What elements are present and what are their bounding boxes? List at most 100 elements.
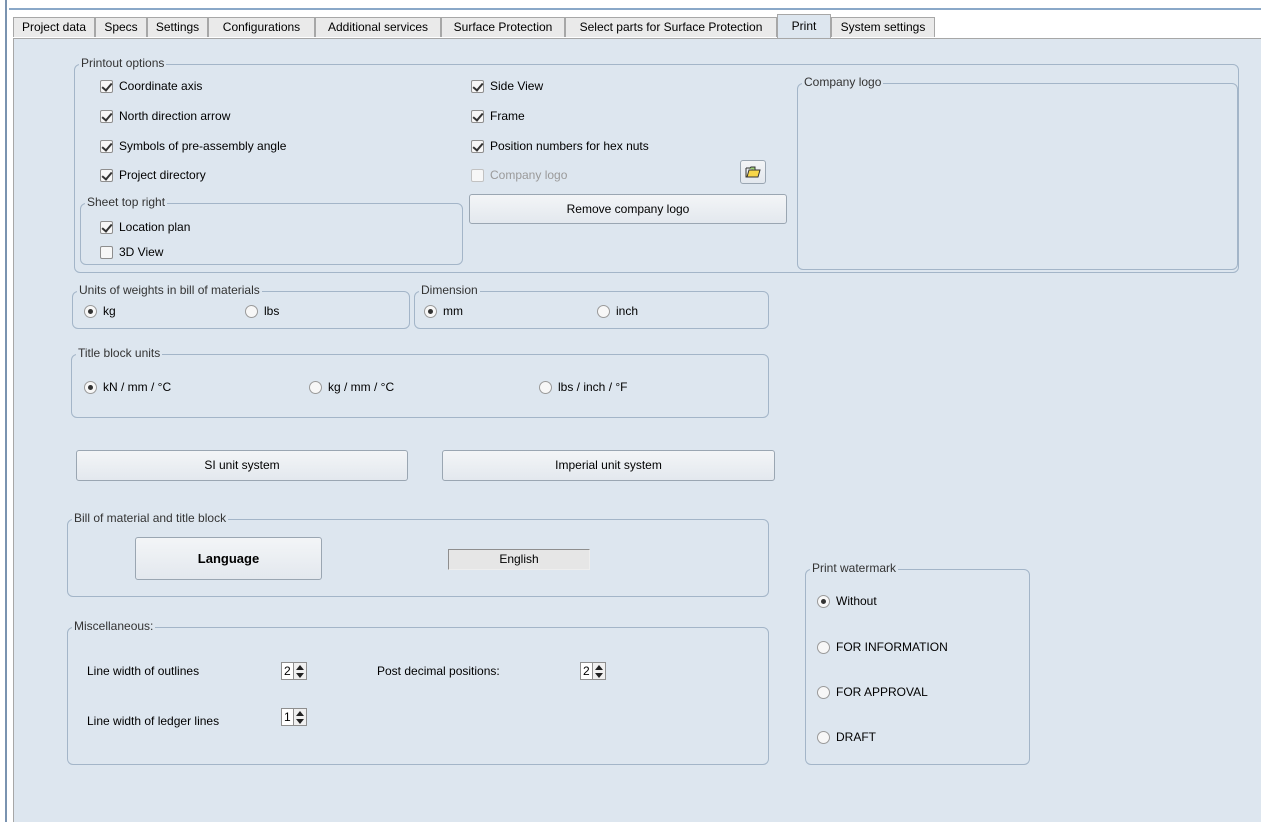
- lbs-inch-f-label: lbs / inch / °F: [558, 380, 628, 394]
- frame-checkbox[interactable]: Frame: [471, 109, 525, 123]
- 3d-view-checkbox[interactable]: 3D View: [100, 245, 163, 259]
- checkbox-box[interactable]: [100, 168, 113, 182]
- title-block-units-title: Title block units: [76, 346, 163, 360]
- kn-mm-c-label: kN / mm / °C: [103, 380, 172, 394]
- tab-project-data[interactable]: Project data: [13, 17, 95, 37]
- company-logo-group: Company logo: [797, 75, 1238, 270]
- tab-bar: Project data Specs Settings Configuratio…: [13, 14, 1261, 39]
- checkbox-box[interactable]: [100, 245, 113, 259]
- kg-mm-c-radio[interactable]: kg / mm / °C: [309, 380, 394, 394]
- kn-mm-c-radio[interactable]: kN / mm / °C: [84, 380, 171, 394]
- radio-circle[interactable]: [817, 730, 830, 744]
- lbs-label: lbs: [264, 304, 280, 318]
- miscellaneous-group: Miscellaneous: Line width of outlines 2 …: [67, 619, 769, 765]
- tab-settings[interactable]: Settings: [147, 17, 208, 37]
- watermark-for-approval-radio[interactable]: FOR APPROVAL: [817, 685, 928, 699]
- tab-configurations[interactable]: Configurations: [208, 17, 315, 37]
- ledger-width-label: Line width of ledger lines: [87, 714, 220, 728]
- window-left-edge: [0, 0, 7, 822]
- checkbox-box[interactable]: [100, 109, 113, 123]
- hex-nut-numbers-checkbox[interactable]: Position numbers for hex nuts: [471, 139, 649, 153]
- watermark-without-radio[interactable]: Without: [817, 594, 877, 608]
- company-logo-label: Company logo: [490, 168, 568, 182]
- checkbox-box[interactable]: [100, 79, 113, 93]
- checkbox-box[interactable]: [471, 139, 484, 153]
- checkbox-box[interactable]: [100, 220, 113, 234]
- language-button[interactable]: Language: [135, 537, 322, 580]
- side-view-checkbox[interactable]: Side View: [471, 79, 543, 93]
- side-view-label: Side View: [490, 79, 544, 93]
- radio-circle[interactable]: [245, 304, 258, 318]
- watermark-without-label: Without: [836, 594, 877, 608]
- radio-circle[interactable]: [817, 640, 830, 654]
- up-down-arrow-icon[interactable]: [294, 708, 307, 726]
- radio-circle[interactable]: [817, 685, 830, 699]
- pre-assembly-angle-checkbox[interactable]: Symbols of pre-assembly angle: [100, 139, 286, 153]
- ledger-width-value[interactable]: 1: [281, 708, 294, 726]
- coordinate-axis-checkbox[interactable]: Coordinate axis: [100, 79, 202, 93]
- window-top-edge: [9, 8, 1261, 10]
- tab-additional-services[interactable]: Additional services: [315, 17, 441, 37]
- miscellaneous-title: Miscellaneous:: [72, 619, 156, 633]
- radio-circle[interactable]: [84, 380, 97, 394]
- tab-select-parts-surface-protection[interactable]: Select parts for Surface Protection: [565, 17, 777, 37]
- project-directory-checkbox[interactable]: Project directory: [100, 168, 206, 182]
- radio-circle[interactable]: [84, 304, 97, 318]
- kg-label: kg: [103, 304, 116, 318]
- outline-width-label: Line width of outlines: [87, 664, 200, 678]
- radio-circle[interactable]: [817, 594, 830, 608]
- browse-logo-button[interactable]: [740, 160, 766, 184]
- si-unit-system-button[interactable]: SI unit system: [76, 450, 408, 481]
- remove-company-logo-button[interactable]: Remove company logo: [469, 194, 787, 224]
- watermark-for-information-radio[interactable]: FOR INFORMATION: [817, 640, 948, 654]
- kg-radio[interactable]: kg: [84, 304, 116, 318]
- title-block-units-group: Title block units kN / mm / °C kg / mm /…: [71, 346, 769, 418]
- bill-of-material-group: Bill of material and title block Languag…: [67, 511, 769, 597]
- checkbox-box[interactable]: [100, 139, 113, 153]
- coordinate-axis-label: Coordinate axis: [119, 79, 203, 93]
- print-settings-panel: Printout options Coordinate axis North d…: [13, 38, 1261, 822]
- checkbox-box: [471, 168, 484, 182]
- decimal-positions-value[interactable]: 2: [580, 662, 593, 680]
- outline-width-stepper[interactable]: 2: [281, 662, 307, 680]
- sheet-top-right-group: Sheet top right Location plan 3D View: [80, 195, 463, 265]
- watermark-for-approval-label: FOR APPROVAL: [836, 685, 928, 699]
- mm-radio[interactable]: mm: [424, 304, 463, 318]
- language-value-display: English: [448, 549, 590, 570]
- tab-print[interactable]: Print: [777, 14, 831, 38]
- tab-specs[interactable]: Specs: [95, 17, 147, 37]
- inch-radio[interactable]: inch: [597, 304, 638, 318]
- location-plan-label: Location plan: [119, 220, 191, 234]
- dimension-title: Dimension: [419, 283, 480, 297]
- up-down-arrow-icon[interactable]: [294, 662, 307, 680]
- mm-label: mm: [443, 304, 463, 318]
- radio-circle[interactable]: [309, 380, 322, 394]
- kg-mm-c-label: kg / mm / °C: [328, 380, 395, 394]
- decimal-positions-stepper[interactable]: 2: [580, 662, 606, 680]
- radio-circle[interactable]: [424, 304, 437, 318]
- 3d-view-label: 3D View: [119, 245, 164, 259]
- project-directory-label: Project directory: [119, 168, 206, 182]
- weight-units-group: Units of weights in bill of materials kg…: [72, 283, 410, 329]
- lbs-radio[interactable]: lbs: [245, 304, 279, 318]
- watermark-for-information-label: FOR INFORMATION: [836, 640, 948, 654]
- printout-options-title: Printout options: [79, 56, 167, 70]
- watermark-draft-radio[interactable]: DRAFT: [817, 730, 876, 744]
- ledger-width-stepper[interactable]: 1: [281, 708, 307, 726]
- folder-open-icon: [745, 166, 761, 178]
- tab-system-settings[interactable]: System settings: [831, 17, 935, 37]
- radio-circle[interactable]: [539, 380, 552, 394]
- north-arrow-checkbox[interactable]: North direction arrow: [100, 109, 230, 123]
- lbs-inch-f-radio[interactable]: lbs / inch / °F: [539, 380, 628, 394]
- location-plan-checkbox[interactable]: Location plan: [100, 220, 190, 234]
- tab-surface-protection[interactable]: Surface Protection: [441, 17, 565, 37]
- checkbox-box[interactable]: [471, 79, 484, 93]
- up-down-arrow-icon[interactable]: [593, 662, 606, 680]
- checkbox-box[interactable]: [471, 109, 484, 123]
- watermark-draft-label: DRAFT: [836, 730, 876, 744]
- radio-circle[interactable]: [597, 304, 610, 318]
- outline-width-value[interactable]: 2: [281, 662, 294, 680]
- hex-nut-numbers-label: Position numbers for hex nuts: [490, 139, 649, 153]
- printout-options-group: Printout options Coordinate axis North d…: [74, 56, 1239, 273]
- imperial-unit-system-button[interactable]: Imperial unit system: [442, 450, 775, 481]
